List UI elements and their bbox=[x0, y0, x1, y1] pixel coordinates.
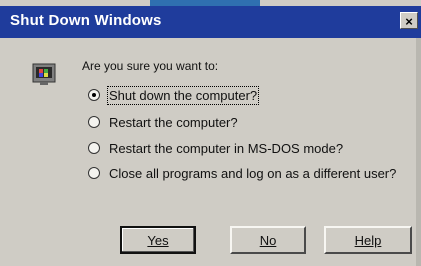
radio-shut-down[interactable] bbox=[88, 89, 100, 101]
dialog-edge bbox=[416, 38, 421, 266]
radio-restart[interactable] bbox=[88, 116, 100, 128]
option-label-shut-down: Shut down the computer? bbox=[106, 86, 260, 105]
prompt-text: Are you sure you want to: bbox=[82, 59, 219, 73]
option-shut-down[interactable]: Shut down the computer? bbox=[88, 86, 260, 105]
option-label-log-on-different-user: Close all programs and log on as a diffe… bbox=[109, 166, 397, 181]
window-title: Shut Down Windows bbox=[10, 12, 162, 29]
yes-button-label: Yes bbox=[147, 233, 169, 248]
option-label-restart-msdos: Restart the computer in MS-DOS mode? bbox=[109, 141, 344, 156]
radio-restart-msdos[interactable] bbox=[88, 142, 100, 154]
title-bar[interactable]: Shut Down Windows × bbox=[0, 6, 421, 38]
option-restart[interactable]: Restart the computer? bbox=[88, 115, 238, 130]
shutdown-dialog: Shut Down Windows × Are you sure you wan… bbox=[0, 0, 421, 266]
computer-shutdown-icon bbox=[32, 63, 56, 85]
option-restart-msdos[interactable]: Restart the computer in MS-DOS mode? bbox=[88, 141, 343, 156]
close-icon[interactable]: × bbox=[400, 12, 418, 29]
no-button-label: No bbox=[259, 233, 277, 248]
radio-log-on-different-user[interactable] bbox=[88, 167, 100, 179]
no-button[interactable]: No bbox=[230, 226, 306, 254]
option-label-restart: Restart the computer? bbox=[109, 115, 238, 130]
yes-button[interactable]: Yes bbox=[120, 226, 196, 254]
help-button-label: Help bbox=[354, 233, 382, 248]
help-button[interactable]: Help bbox=[324, 226, 412, 254]
option-log-on-different-user[interactable]: Close all programs and log on as a diffe… bbox=[88, 166, 396, 181]
